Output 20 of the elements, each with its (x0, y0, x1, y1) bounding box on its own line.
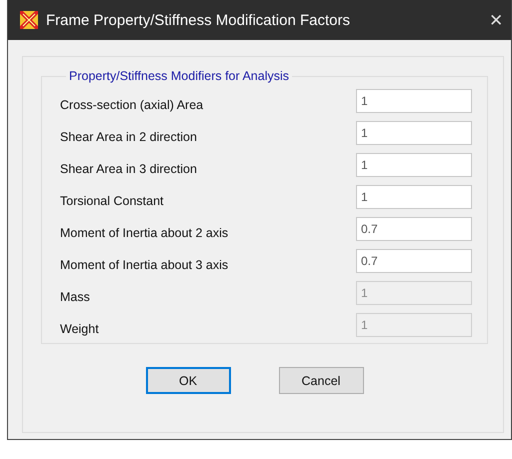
field-label: Moment of Inertia about 2 axis (60, 225, 228, 240)
field-label: Shear Area in 3 direction (60, 161, 197, 176)
field-label: Torsional Constant (60, 193, 164, 208)
cancel-button[interactable]: Cancel (278, 367, 364, 394)
input-field[interactable]: 1 (356, 185, 472, 209)
input-field[interactable]: 1 (356, 121, 472, 145)
group-title: Property/Stiffness Modifiers for Analysis (68, 69, 290, 83)
input-field[interactable]: 1 (356, 153, 472, 177)
field-label: Moment of Inertia about 3 axis (60, 257, 228, 272)
window-title: Frame Property/Stiffness Modification Factors (46, 12, 351, 28)
close-button[interactable]: ✕ (481, 10, 511, 30)
app-logo-icon (20, 11, 38, 29)
ok-button[interactable]: OK (146, 367, 230, 394)
input-field[interactable]: 0.7 (356, 217, 472, 241)
field-label: Shear Area in 2 direction (60, 129, 197, 144)
field-label: Cross-section (axial) Area (60, 97, 204, 112)
input-field[interactable]: 0.7 (356, 249, 472, 273)
field-label: Weight (60, 321, 99, 336)
input-field[interactable]: 1 (356, 89, 472, 113)
field-label: Mass (60, 289, 90, 304)
